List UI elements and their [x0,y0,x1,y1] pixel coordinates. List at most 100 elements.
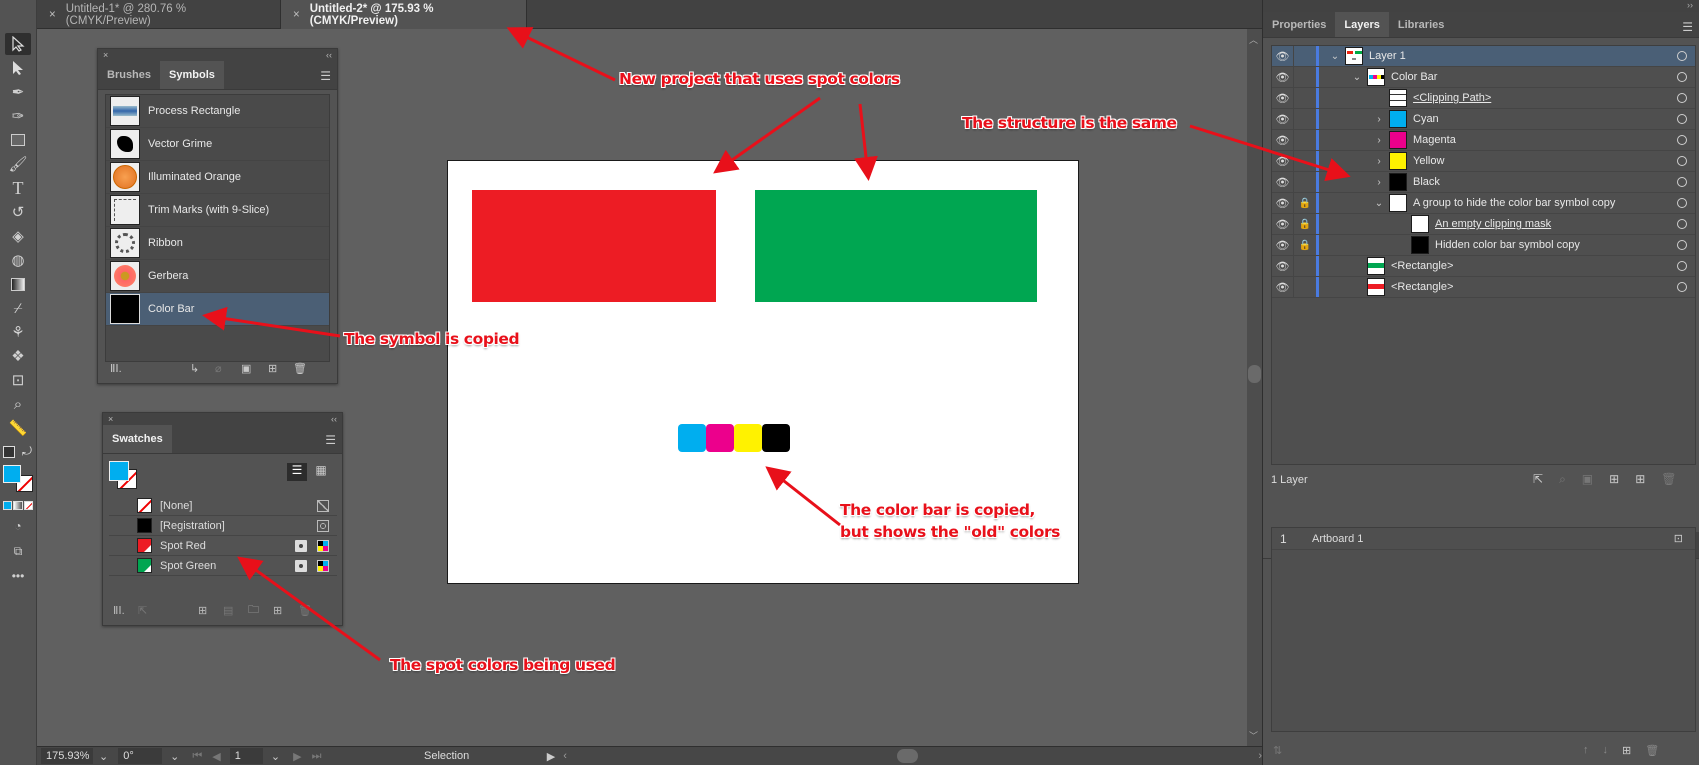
symbol-item[interactable]: Gerbera [106,260,329,293]
red-rectangle[interactable] [472,190,716,302]
ruler-tool[interactable]: 📏 [5,417,31,439]
list-view-button[interactable]: ☰ [287,463,307,481]
swatch-options-icon[interactable]: ▤ [223,604,233,617]
visibility-eye-icon[interactable]: 👁 [1272,172,1294,192]
lock-icon[interactable]: 🔒 [1294,193,1316,213]
visibility-eye-icon[interactable]: 👁 [1272,130,1294,150]
scroll-thumb[interactable] [1248,365,1261,383]
eraser-tool[interactable]: ◈ [5,225,31,247]
layer-row[interactable]: 👁 › Cyan [1272,109,1695,130]
show-swatch-kinds-icon[interactable]: ⇱ [138,604,147,617]
screen-mode-icon[interactable]: ⧉ [5,540,31,562]
tab-layers[interactable]: Layers [1335,12,1389,37]
lock-toggle[interactable] [1294,130,1316,150]
layer-row[interactable]: 👁 ⌄ Layer 1 [1272,46,1695,67]
color-group-icon[interactable]: ⊞ [198,604,207,617]
artboard-number-field[interactable]: 1 [229,748,263,764]
artboard-tool[interactable]: ⊡ [5,369,31,391]
symbol-item[interactable]: Color Bar [106,293,329,326]
expand-toggle-icon[interactable]: ⌄ [1351,72,1363,83]
tab-swatches[interactable]: Swatches [103,425,172,453]
target-icon[interactable] [1677,261,1687,271]
rotate-tool[interactable]: ↺ [5,201,31,223]
collapse-panel-icon[interactable]: ‹‹ [331,414,337,424]
new-swatch-icon[interactable]: ⊞ [273,604,282,617]
artboard-options-icon[interactable]: ⊡ [1674,532,1683,545]
collapse-dock-icon[interactable]: ›› [1263,0,1699,12]
close-panel-icon[interactable]: × [103,50,108,60]
symbol-item[interactable]: Process Rectangle [106,95,329,128]
lock-toggle[interactable] [1294,88,1316,108]
symbol-options-icon[interactable]: ▣ [241,362,251,375]
symbol-libraries-icon[interactable]: ⅡⅠ. [110,362,122,375]
delete-layer-icon[interactable]: 🗑 [1661,472,1676,487]
symbol-item[interactable]: Trim Marks (with 9-Slice) [106,194,329,227]
panel-menu-icon[interactable]: ☰ [320,69,331,83]
scroll-up-icon[interactable]: ︿ [1249,33,1258,46]
new-symbol-icon[interactable]: ⊞ [268,362,277,375]
panel-menu-icon[interactable]: ☰ [1682,20,1693,34]
swatch-item[interactable]: [Registration] [109,516,337,536]
target-icon[interactable] [1677,240,1687,250]
artboard-dropdown-icon[interactable]: ⌄ [271,750,280,763]
delete-artboard-icon[interactable]: 🗑 [1645,744,1659,757]
target-icon[interactable] [1677,177,1687,187]
layer-row[interactable]: 👁 🔒 Hidden color bar symbol copy [1272,235,1695,256]
expand-toggle-icon[interactable]: › [1373,156,1385,167]
target-icon[interactable] [1677,198,1687,208]
grid-view-button[interactable]: ▦ [311,463,331,481]
expand-toggle-icon[interactable]: ⌄ [1329,51,1341,62]
puppet-warp-tool[interactable]: ⚘ [5,321,31,343]
move-down-icon[interactable]: ↓ [1603,744,1609,757]
visibility-eye-icon[interactable]: 👁 [1272,277,1294,297]
close-icon[interactable]: × [49,9,56,21]
visibility-eye-icon[interactable]: 👁 [1272,151,1294,171]
default-fill-stroke-icon[interactable] [3,446,15,458]
more-tools-button[interactable]: ••• [5,565,31,587]
fill-swatch[interactable] [109,461,129,481]
place-symbol-icon[interactable]: ↳ [190,362,199,375]
expand-toggle-icon[interactable]: ⌄ [1373,198,1385,209]
zoom-level-field[interactable]: 175.93% [41,748,93,764]
rotation-field[interactable]: 0° [118,748,163,764]
zoom-dropdown-icon[interactable]: ⌄ [99,750,108,763]
previous-artboard-icon[interactable]: ◀ [212,750,220,763]
lock-toggle[interactable] [1294,67,1316,87]
panel-menu-icon[interactable]: ☰ [325,433,336,447]
layer-row[interactable]: 👁 › Magenta [1272,130,1695,151]
collapse-panel-icon[interactable]: ‹‹ [326,50,332,60]
visibility-eye-icon[interactable]: 👁 [1272,193,1294,213]
target-icon[interactable] [1677,282,1687,292]
vertical-scrollbar[interactable]: ︿ ﹀ [1247,29,1262,746]
symbol-item[interactable]: Ribbon [106,227,329,260]
collect-for-export-icon[interactable]: ⇱ [1533,472,1543,487]
rearrange-artboards-icon[interactable]: ⇅ [1273,744,1282,757]
last-artboard-icon[interactable]: ⏭ [312,750,322,763]
swatch-item[interactable]: Spot Green [109,556,337,576]
layer-row[interactable]: 👁 <Clipping Path> [1272,88,1695,109]
horizontal-scroll-thumb[interactable] [896,749,919,763]
layer-row[interactable]: 👁 <Rectangle> [1272,277,1695,298]
first-artboard-icon[interactable]: ⏮ [192,750,202,763]
visibility-eye-icon[interactable]: 👁 [1272,109,1294,129]
visibility-eye-icon[interactable]: 👁 [1272,88,1294,108]
visibility-eye-icon[interactable]: 👁 [1272,256,1294,276]
scroll-left-icon[interactable]: ‹ [563,750,567,762]
layer-row[interactable]: 👁 › Yellow [1272,151,1695,172]
lock-toggle[interactable] [1294,109,1316,129]
layer-row[interactable]: 👁 🔒 An empty clipping mask [1272,214,1695,235]
selection-tool[interactable] [5,33,31,55]
tab-libraries[interactable]: Libraries [1389,12,1453,37]
scroll-right-icon[interactable]: › [1258,750,1262,762]
lock-toggle[interactable] [1294,46,1316,66]
lock-toggle[interactable] [1294,172,1316,192]
color-mode-buttons[interactable] [3,501,33,510]
new-sublayer-icon[interactable]: ⊞ [1609,472,1619,487]
artboard-row[interactable]: 1 Artboard 1 ⊡ [1272,528,1695,550]
lock-icon[interactable]: 🔒 [1294,214,1316,234]
pen-tool[interactable]: ✒ [5,81,31,103]
curvature-tool[interactable]: ✑ [5,105,31,127]
symbol-item[interactable]: Vector Grime [106,128,329,161]
layer-row[interactable]: 👁 🔒 ⌄ A group to hide the color bar symbol … [1272,193,1695,214]
layer-row[interactable]: 👁 <Rectangle> [1272,256,1695,277]
